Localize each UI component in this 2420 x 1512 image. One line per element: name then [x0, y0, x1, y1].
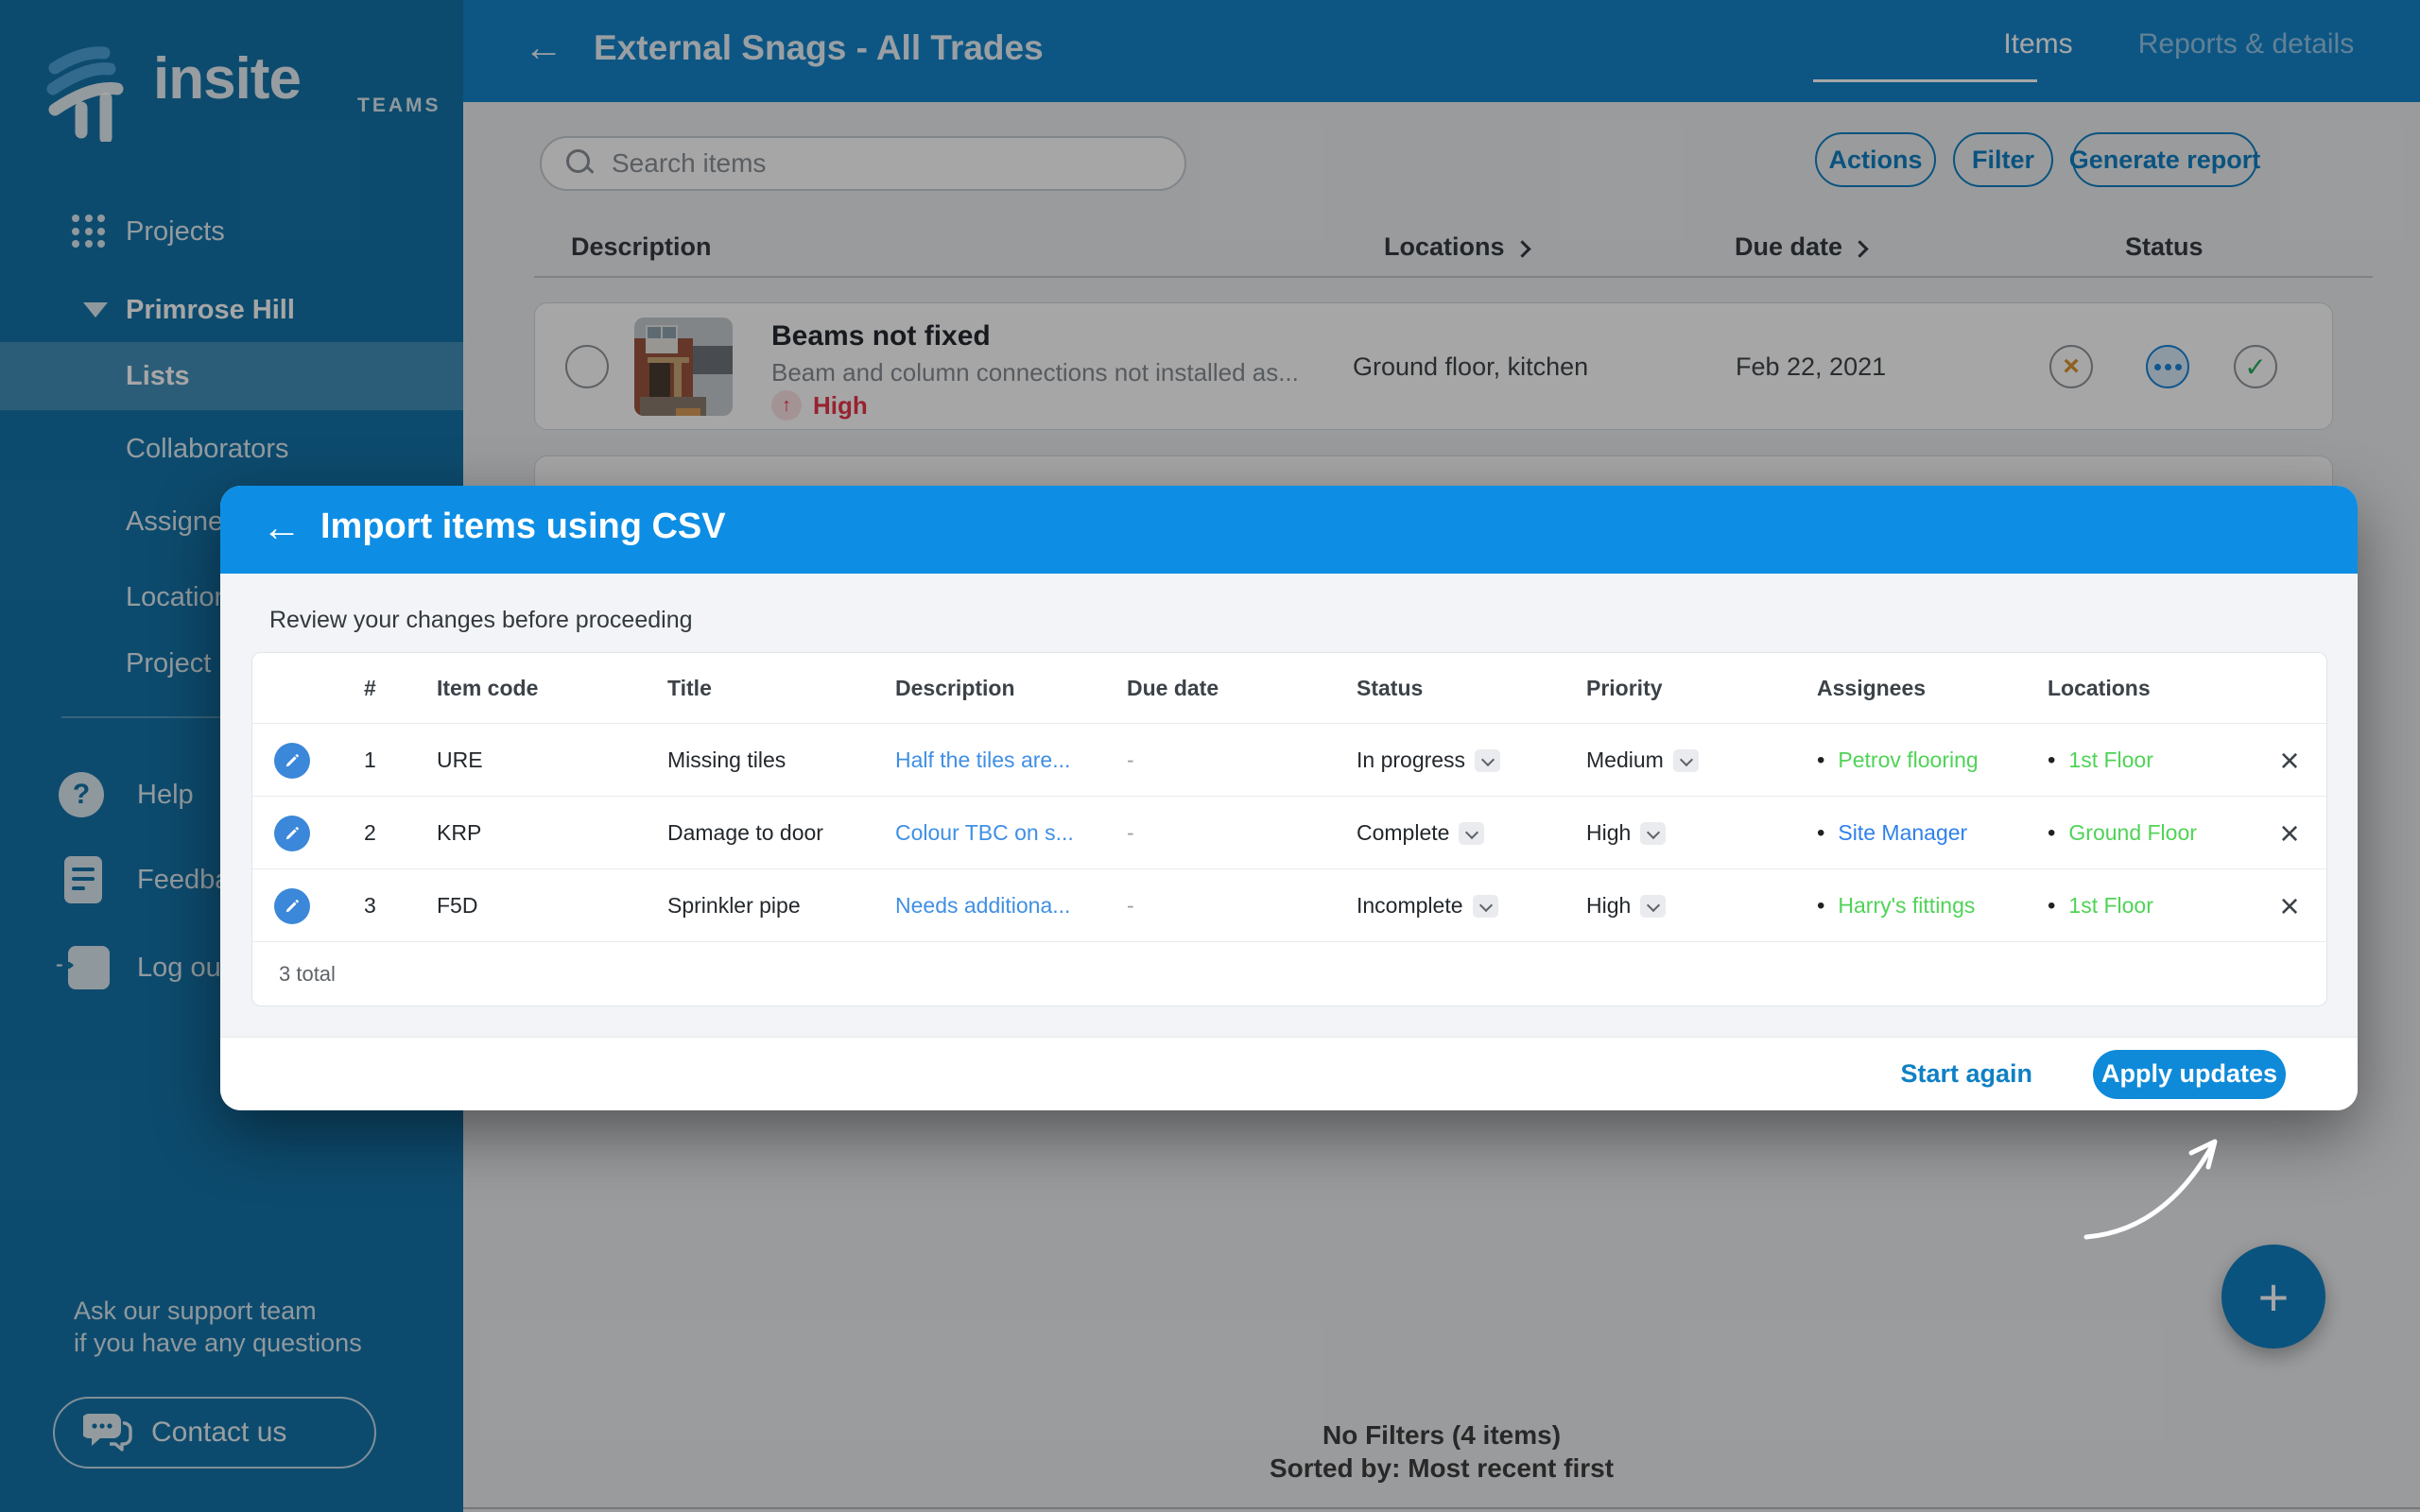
- remove-row-button[interactable]: ×: [2264, 724, 2315, 797]
- modal-subtitle: Review your changes before proceeding: [269, 607, 693, 634]
- pencil-icon: [283, 824, 302, 843]
- csv-review-table: # Item code Title Description Due date S…: [251, 652, 2327, 1006]
- row-status-dropdown[interactable]: In progress: [1357, 724, 1500, 797]
- row-status-dropdown[interactable]: Incomplete: [1357, 869, 1498, 942]
- row-num: 2: [364, 797, 376, 869]
- start-again-button[interactable]: Start again: [1900, 1059, 2032, 1089]
- csv-row-2: 2 KRP Damage to door Colour TBC on s... …: [252, 796, 2326, 869]
- csv-row-3: 3 F5D Sprinkler pipe Needs additiona... …: [252, 868, 2326, 942]
- row-location[interactable]: 1st Floor: [2048, 869, 2153, 942]
- csv-row-1: 1 URE Missing tiles Half the tiles are..…: [252, 723, 2326, 797]
- dropdown-chevron-icon: [1475, 749, 1500, 772]
- edit-row-button[interactable]: [274, 888, 310, 924]
- dropdown-chevron-icon: [1673, 749, 1699, 772]
- apply-updates-button[interactable]: Apply updates: [2093, 1050, 2286, 1099]
- import-csv-modal: ← Import items using CSV Review your cha…: [220, 486, 2358, 1110]
- modal-title: Import items using CSV: [320, 507, 726, 547]
- row-count-label: 3 total: [279, 941, 562, 1007]
- row-item-code: F5D: [437, 869, 477, 942]
- csv-col-locations: Locations: [2048, 653, 2151, 723]
- row-due-date: -: [1127, 797, 1134, 869]
- modal-footer: Start again Apply updates: [220, 1037, 2358, 1110]
- row-status-dropdown[interactable]: Complete: [1357, 797, 1484, 869]
- row-location[interactable]: Ground Floor: [2048, 797, 2197, 869]
- row-priority-dropdown[interactable]: High: [1586, 869, 1666, 942]
- row-item-code: KRP: [437, 797, 481, 869]
- row-location[interactable]: 1st Floor: [2048, 724, 2153, 797]
- modal-back-arrow-icon[interactable]: ←: [262, 505, 302, 550]
- row-assignee[interactable]: Site Manager: [1817, 797, 1967, 869]
- csv-col-assignees: Assignees: [1817, 653, 1926, 723]
- dropdown-chevron-icon: [1473, 895, 1498, 918]
- csv-col-due-date: Due date: [1127, 653, 1219, 723]
- edit-row-button[interactable]: [274, 743, 310, 779]
- row-due-date: -: [1127, 869, 1134, 942]
- csv-col-description: Description: [895, 653, 1015, 723]
- row-description-link[interactable]: Half the tiles are...: [895, 724, 1070, 797]
- pencil-icon: [283, 751, 302, 770]
- csv-col-priority: Priority: [1586, 653, 1663, 723]
- dropdown-chevron-icon: [1640, 822, 1666, 845]
- table-footer-divider: [252, 941, 2326, 942]
- row-description-link[interactable]: Colour TBC on s...: [895, 797, 1074, 869]
- edit-row-button[interactable]: [274, 816, 310, 851]
- row-title: Damage to door: [667, 797, 823, 869]
- csv-col-title: Title: [667, 653, 712, 723]
- row-assignee[interactable]: Petrov flooring: [1817, 724, 1979, 797]
- modal-header: ← Import items using CSV: [220, 486, 2358, 574]
- row-title: Missing tiles: [667, 724, 786, 797]
- dropdown-chevron-icon: [1459, 822, 1484, 845]
- row-item-code: URE: [437, 724, 483, 797]
- pencil-icon: [283, 897, 302, 916]
- remove-row-button[interactable]: ×: [2264, 869, 2315, 942]
- row-num: 3: [364, 869, 376, 942]
- row-priority-dropdown[interactable]: Medium: [1586, 724, 1699, 797]
- csv-col-status: Status: [1357, 653, 1423, 723]
- row-num: 1: [364, 724, 376, 797]
- row-due-date: -: [1127, 724, 1134, 797]
- row-title: Sprinkler pipe: [667, 869, 801, 942]
- csv-col-item-code: Item code: [437, 653, 538, 723]
- csv-col-num: #: [364, 653, 376, 723]
- dropdown-chevron-icon: [1640, 895, 1666, 918]
- hint-arrow-annotation: [2061, 1115, 2250, 1266]
- row-priority-dropdown[interactable]: High: [1586, 797, 1666, 869]
- remove-row-button[interactable]: ×: [2264, 797, 2315, 869]
- row-description-link[interactable]: Needs additiona...: [895, 869, 1070, 942]
- row-assignee[interactable]: Harry's fittings: [1817, 869, 1975, 942]
